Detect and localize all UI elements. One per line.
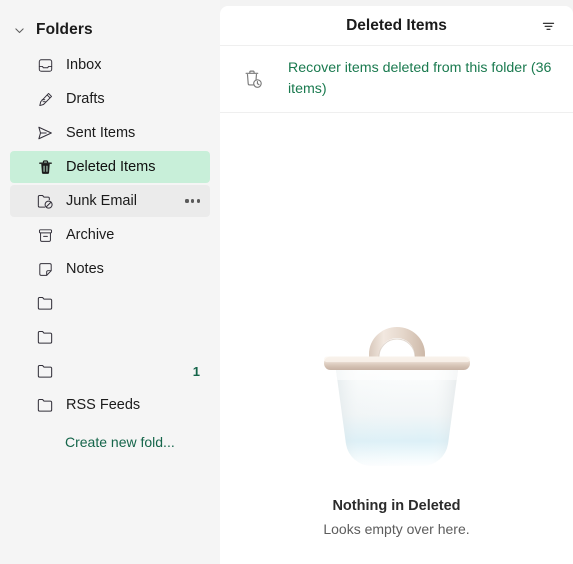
create-new-folder-button[interactable]: Create new fold... [10,429,210,455]
mail-app-window: Folders Inbox Drafts Sent Items Deleted … [0,0,573,564]
sidebar-item-unnamed-folder-2[interactable] [10,321,210,353]
sidebar-item-label: Drafts [66,91,105,107]
filter-icon[interactable] [535,14,561,38]
sidebar-item-label: RSS Feeds [66,397,141,413]
panel-header: Deleted Items [220,6,573,46]
more-options-icon[interactable] [185,199,200,203]
page-title: Deleted Items [346,16,447,34]
folder-icon [34,360,56,382]
sidebar-item-unnamed-folder-3[interactable]: 1 [10,355,210,387]
empty-state-title: Nothing in Deleted [332,498,461,514]
empty-state-subtitle: Looks empty over here. [323,521,470,537]
sidebar-item-inbox[interactable]: Inbox [10,49,210,81]
recover-deleted-items-link[interactable]: Recover items deleted from this folder (… [288,58,559,100]
trash-restore-icon [238,64,268,94]
trash-icon [34,156,56,178]
sidebar-item-label: Sent Items [66,125,136,141]
archive-icon [34,224,56,246]
folder-sidebar: Folders Inbox Drafts Sent Items Deleted … [0,0,220,564]
trash-bin-illustration [312,316,482,476]
chevron-down-icon[interactable] [10,21,28,39]
empty-state: Nothing in Deleted Looks empty over here… [220,121,573,564]
message-list-panel: Deleted Items Recover items deleted from… [220,6,573,564]
sidebar-item-junk-email[interactable]: Junk Email [10,185,210,217]
sidebar-item-label: Inbox [66,57,102,73]
sidebar-item-label: Notes [66,261,104,277]
junk-folder-icon [34,190,56,212]
drafts-pencil-icon [34,88,56,110]
sidebar-item-deleted-items[interactable]: Deleted Items [10,151,210,183]
folder-icon [34,292,56,314]
sidebar-item-drafts[interactable]: Drafts [10,83,210,115]
unread-count-badge: 1 [192,363,200,379]
sidebar-item-label: Archive [66,227,115,243]
sidebar-item-label: Junk Email [66,193,137,209]
folder-icon [34,326,56,348]
folder-icon [34,394,56,416]
sidebar-item-rss-feeds[interactable]: RSS Feeds [10,389,210,421]
send-icon [34,122,56,144]
sidebar-item-unnamed-folder-1[interactable] [10,287,210,319]
folders-section-header[interactable]: Folders [0,13,220,47]
folder-list: Inbox Drafts Sent Items Deleted Items Ju… [0,49,220,421]
recover-deleted-items-row[interactable]: Recover items deleted from this folder (… [220,46,573,113]
sidebar-item-archive[interactable]: Archive [10,219,210,251]
sidebar-item-label: Deleted Items [66,159,156,175]
inbox-icon [34,54,56,76]
sidebar-item-notes[interactable]: Notes [10,253,210,285]
notes-icon [34,258,56,280]
folders-label: Folders [36,21,93,38]
sidebar-item-sent-items[interactable]: Sent Items [10,117,210,149]
